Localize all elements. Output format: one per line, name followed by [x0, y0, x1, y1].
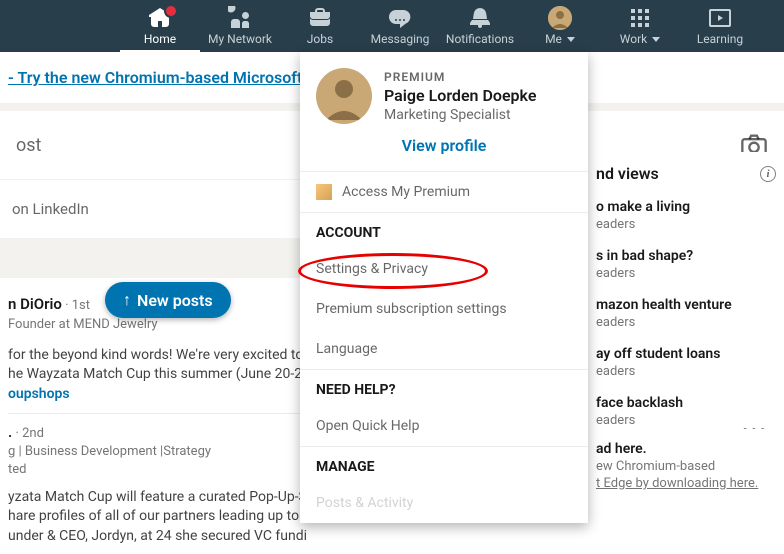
network-icon: [228, 6, 252, 30]
view-profile-link[interactable]: View profile: [316, 136, 572, 155]
avatar-icon: [548, 6, 572, 30]
access-premium-link[interactable]: Access My Premium: [300, 172, 588, 212]
rail-item[interactable]: ay off student loanseaders: [596, 346, 776, 379]
rail-item[interactable]: o make a livingeaders: [596, 199, 776, 232]
new-posts-label: New posts: [137, 291, 213, 310]
rail-item[interactable]: mazon health ventureeaders: [596, 297, 776, 330]
rail-header: nd views i: [596, 164, 776, 183]
jobs-icon: [308, 6, 332, 30]
quick-help-link[interactable]: Open Quick Help: [300, 406, 588, 446]
settings-privacy-link[interactable]: Settings & Privacy: [300, 249, 588, 289]
start-post-label: ost: [16, 135, 41, 156]
rail-ad[interactable]: ad here. ew Chromium-based t Edge by dow…: [588, 429, 784, 503]
premium-badge: PREMIUM: [384, 70, 572, 84]
account-section-header: ACCOUNT: [300, 213, 588, 249]
profile-headline: Marketing Specialist: [384, 107, 572, 123]
nav-learning[interactable]: Learning: [680, 0, 760, 52]
work-icon: [628, 6, 652, 30]
rail-item[interactable]: s in bad shape?eaders: [596, 248, 776, 281]
premium-settings-link[interactable]: Premium subscription settings: [300, 289, 588, 329]
nav-work[interactable]: Work: [600, 0, 680, 52]
nav-home[interactable]: Home: [120, 0, 200, 52]
nav-network[interactable]: My Network: [200, 0, 280, 52]
avatar-large[interactable]: [316, 68, 372, 124]
nav-messaging-label: Messaging: [371, 32, 430, 46]
posts-activity-link[interactable]: Posts & Activity: [300, 483, 588, 523]
info-icon[interactable]: i: [760, 166, 776, 182]
chevron-down-icon: [567, 37, 575, 42]
top-nav: Home My Network Jobs Messaging Notificat…: [0, 0, 784, 52]
chevron-down-icon: [652, 37, 660, 42]
learning-icon: [708, 6, 732, 30]
post-body: under & CEO, Jordyn, at 24 she secured V…: [8, 527, 784, 547]
arrow-up-icon: ↑: [123, 290, 131, 310]
news-rail: nd views i o make a livingeaders s in ba…: [588, 152, 784, 440]
nav-items: Home My Network Jobs Messaging Notificat…: [120, 0, 760, 52]
nav-jobs-label: Jobs: [307, 32, 333, 46]
manage-section-header: MANAGE: [300, 447, 588, 483]
language-link[interactable]: Language: [300, 329, 588, 369]
dropdown-profile: PREMIUM Paige Lorden Doepke Marketing Sp…: [300, 52, 588, 171]
nav-messaging[interactable]: Messaging: [360, 0, 440, 52]
nav-notifications[interactable]: Notifications: [440, 0, 520, 52]
nav-learning-label: Learning: [697, 32, 743, 46]
premium-icon: [316, 184, 332, 200]
nav-work-label: Work: [620, 32, 660, 46]
profile-name: Paige Lorden Doepke: [384, 86, 572, 105]
author-name[interactable]: n DiOrio: [8, 295, 62, 313]
nav-home-label: Home: [144, 32, 176, 46]
new-posts-button[interactable]: ↑ New posts: [105, 282, 231, 318]
help-section-header: NEED HELP?: [300, 370, 588, 406]
nav-me-label: Me: [545, 32, 575, 46]
messaging-icon: [388, 6, 412, 30]
nav-network-label: My Network: [208, 32, 272, 46]
nav-notifications-label: Notifications: [446, 32, 514, 46]
nav-jobs[interactable]: Jobs: [280, 0, 360, 52]
me-dropdown: PREMIUM Paige Lorden Doepke Marketing Sp…: [300, 52, 588, 523]
nav-me[interactable]: Me: [520, 0, 600, 52]
home-notification-badge: [164, 4, 178, 18]
notifications-icon: [468, 6, 492, 30]
